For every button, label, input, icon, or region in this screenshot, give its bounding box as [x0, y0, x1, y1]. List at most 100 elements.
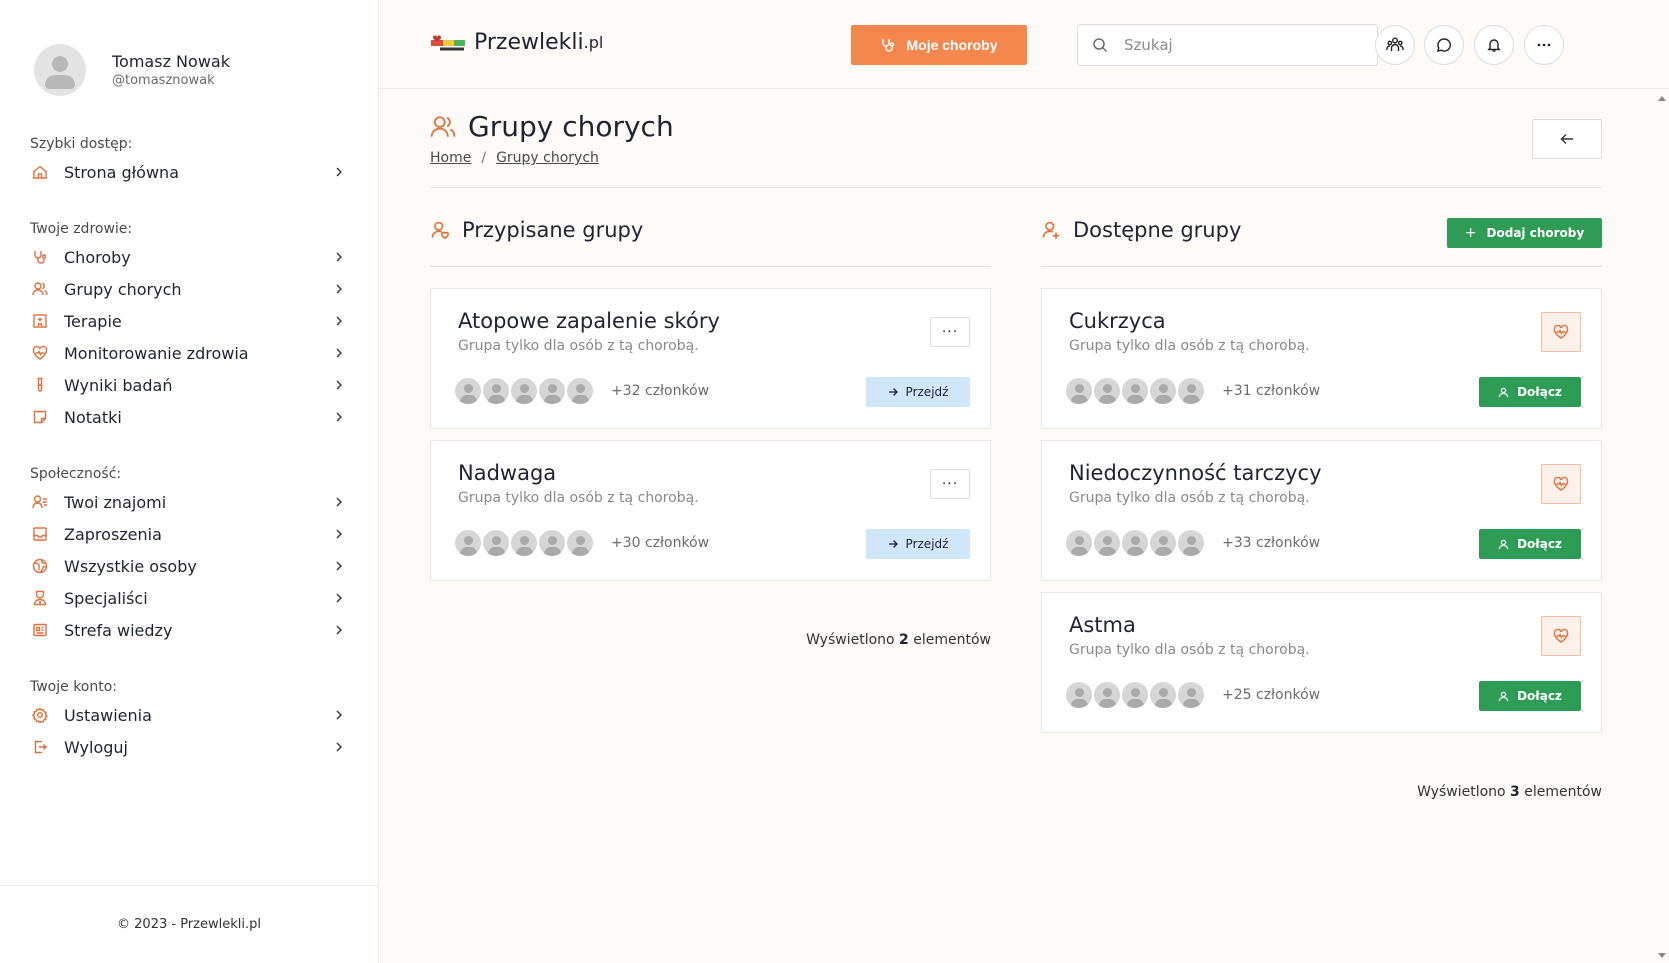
avatar — [1176, 680, 1206, 710]
chevron-right-icon — [333, 283, 345, 295]
avatar — [1148, 528, 1178, 558]
member-count: +30 członków — [611, 535, 710, 551]
favorite-button[interactable] — [1541, 616, 1581, 656]
group-menu-button[interactable]: ··· — [930, 317, 970, 347]
heart-pulse-icon — [1553, 476, 1569, 491]
member-count: +33 członków — [1222, 535, 1321, 551]
chevron-right-icon — [333, 496, 345, 508]
available-groups-header: Dostępne grupy — [1041, 218, 1241, 242]
chevron-right-icon — [333, 411, 345, 423]
avatar — [565, 376, 595, 406]
avatar — [481, 528, 511, 558]
join-group-button[interactable]: Dołącz — [1479, 529, 1581, 559]
group-description: Grupa tylko dla osób z tą chorobą. — [1069, 338, 1310, 354]
avatar — [1120, 528, 1150, 558]
count-prefix: Wyświetlono — [806, 632, 895, 648]
search-box[interactable] — [1077, 24, 1378, 66]
sidebar-item-friends[interactable]: Twoi znajomi — [30, 486, 345, 518]
chevron-right-icon — [333, 528, 345, 540]
avatar — [1148, 376, 1178, 406]
sidebar-item-logout[interactable]: Wyloguj — [30, 731, 345, 763]
user-name: Tomasz Nowak — [112, 52, 230, 71]
chat-icon — [1437, 38, 1451, 52]
sidebar-item-settings[interactable]: Ustawienia — [30, 699, 345, 731]
logo-mark — [430, 34, 466, 52]
logo[interactable]: Przewlekli .pl — [430, 30, 603, 55]
page-title: Grupy chorych — [468, 110, 674, 143]
sidebar-item-test-results[interactable]: Wyniki badań — [30, 369, 345, 401]
avatar — [1176, 528, 1206, 558]
community-button[interactable] — [1375, 25, 1415, 65]
sidebar-item-label: Ustawienia — [64, 705, 152, 725]
join-group-button[interactable]: Dołącz — [1479, 377, 1581, 407]
top-header: Przewlekli .pl Moje choroby — [380, 0, 1669, 89]
join-group-button[interactable]: Dołącz — [1479, 681, 1581, 711]
book-icon — [30, 620, 50, 640]
avatar — [453, 376, 483, 406]
doctor-icon — [30, 588, 50, 608]
search-icon — [1093, 38, 1108, 53]
nav-heading: Społeczność: — [30, 466, 122, 482]
logo-suffix: .pl — [583, 33, 604, 52]
notifications-button[interactable] — [1474, 25, 1514, 65]
scrollbar[interactable] — [1655, 89, 1669, 963]
heart-pulse-icon — [30, 343, 50, 363]
sidebar-item-label: Strona główna — [64, 162, 179, 182]
sidebar-item-all-people[interactable]: Wszystkie osoby — [30, 550, 345, 582]
avatar — [34, 44, 86, 96]
sidebar-item-diseases[interactable]: Choroby — [30, 241, 345, 273]
scroll-up-arrow-icon[interactable] — [1658, 96, 1666, 101]
chevron-right-icon — [333, 709, 345, 721]
assigned-groups-header: Przypisane grupy — [430, 218, 643, 242]
chevron-right-icon — [333, 560, 345, 572]
go-to-group-label: Przejdź — [905, 385, 949, 399]
breadcrumb-separator: / — [481, 150, 487, 166]
sidebar-item-label: Strefa wiedzy — [64, 620, 173, 640]
nav-heading: Twoje zdrowie: — [30, 221, 133, 237]
sidebar-item-home[interactable]: Strona główna — [30, 156, 345, 188]
go-to-group-button[interactable]: Przejdź — [866, 377, 970, 407]
user-handle: @tomasznowak — [112, 73, 215, 88]
group-menu-button[interactable]: ··· — [930, 469, 970, 499]
sidebar-item-therapies[interactable]: Terapie — [30, 305, 345, 337]
nav-section-community: Społeczność: Twoi znajomi Zaproszenia Ws… — [30, 466, 345, 646]
sidebar-item-label: Wyniki badań — [64, 375, 173, 395]
heart-pulse-icon — [1553, 324, 1569, 339]
group-card: Nadwaga Grupa tylko dla osób z tą chorob… — [430, 440, 991, 581]
count-value: 3 — [1510, 784, 1520, 800]
count-suffix: elementów — [913, 632, 991, 648]
group-name: Niedoczynność tarczycy — [1069, 461, 1322, 485]
breadcrumb-home-link[interactable]: Home — [430, 150, 471, 166]
user-plus-icon — [1042, 221, 1060, 239]
back-button[interactable] — [1532, 119, 1602, 159]
go-to-group-button[interactable]: Przejdź — [866, 529, 970, 559]
favorite-button[interactable] — [1541, 312, 1581, 352]
chevron-right-icon — [333, 347, 345, 359]
sidebar-item-specialists[interactable]: Specjaliści — [30, 582, 345, 614]
favorite-button[interactable] — [1541, 464, 1581, 504]
chevron-right-icon — [333, 166, 345, 178]
logo-text: Przewlekli — [474, 30, 584, 55]
sidebar-item-invitations[interactable]: Zaproszenia — [30, 518, 345, 550]
user-profile[interactable]: Tomasz Nowak @tomasznowak — [34, 44, 230, 96]
sidebar-item-label: Zaproszenia — [64, 524, 162, 544]
add-diseases-button[interactable]: + Dodaj choroby — [1447, 218, 1602, 248]
messages-button[interactable] — [1424, 25, 1464, 65]
search-input[interactable] — [1124, 36, 1344, 54]
my-diseases-button[interactable]: Moje choroby — [851, 25, 1027, 65]
more-button[interactable] — [1524, 25, 1564, 65]
sidebar-item-label: Specjaliści — [64, 588, 148, 608]
scroll-down-arrow-icon[interactable] — [1658, 953, 1666, 958]
breadcrumb-current-link[interactable]: Grupy chorych — [496, 150, 599, 166]
group-description: Grupa tylko dla osób z tą chorobą. — [458, 338, 699, 354]
divider — [430, 187, 1602, 188]
sidebar-item-notes[interactable]: Notatki — [30, 401, 345, 433]
sidebar-item-patient-groups[interactable]: Grupy chorych — [30, 273, 345, 305]
avatar — [481, 376, 511, 406]
sidebar-item-health-monitoring[interactable]: Monitorowanie zdrowia — [30, 337, 345, 369]
available-groups-title: Dostępne grupy — [1073, 218, 1242, 242]
available-count: Wyświetlono 3 elementów — [1311, 784, 1602, 800]
assigned-groups-title: Przypisane grupy — [462, 218, 644, 242]
avatar — [509, 528, 539, 558]
sidebar-item-knowledge-zone[interactable]: Strefa wiedzy — [30, 614, 345, 646]
